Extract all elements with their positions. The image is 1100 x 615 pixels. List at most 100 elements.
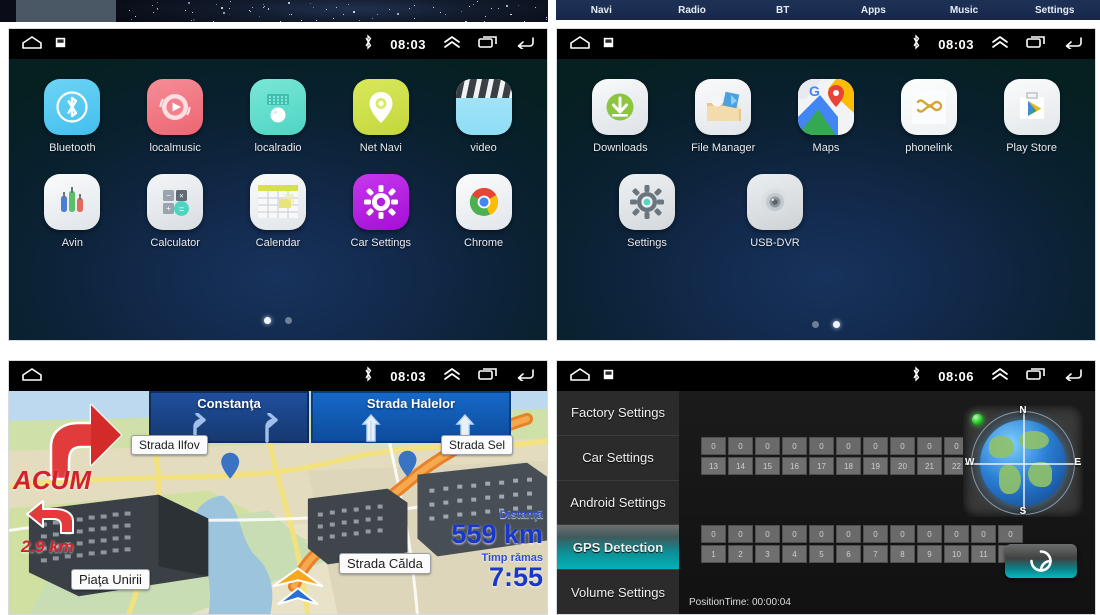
satellite-bar-column: 0 16 — [782, 437, 807, 477]
sidebar-item-car-settings[interactable]: Car Settings — [557, 436, 679, 481]
app-settings[interactable]: Settings — [601, 174, 693, 249]
nav-item-music[interactable]: Music — [919, 5, 1010, 16]
sidebar-item-gps-detection[interactable]: GPS Detection — [557, 525, 679, 571]
chevron-up-icon[interactable] — [443, 367, 461, 386]
trip-info-overlay: Distanţă 559 km Timp rămas 7:55 — [451, 509, 543, 591]
radio-app-icon — [249, 79, 306, 135]
sdcard-icon[interactable] — [603, 35, 614, 53]
star — [397, 12, 400, 15]
page-dot-1[interactable] — [264, 317, 271, 324]
page-dot-1[interactable] — [812, 321, 819, 328]
page-indicator-2[interactable] — [557, 321, 1095, 328]
star — [389, 8, 391, 10]
home-icon[interactable] — [21, 35, 43, 54]
compass-south-label: S — [1019, 506, 1027, 517]
next-maneuver-arrow-icon — [26, 500, 74, 534]
home-icon[interactable] — [21, 367, 43, 386]
nav-item-radio[interactable]: Radio — [647, 5, 738, 16]
sidebar-label: Volume Settings — [571, 584, 665, 600]
chevron-up-icon[interactable] — [991, 35, 1009, 54]
app-label: Calculator — [150, 237, 200, 249]
app-row-1: Bluetooth localmusic localradio Net Navi… — [9, 79, 547, 154]
home-icon[interactable] — [569, 367, 591, 386]
app-label: localmusic — [149, 142, 201, 154]
app-usb-dvr[interactable]: USB-DVR — [729, 174, 821, 249]
app-avin[interactable]: Avin — [26, 174, 118, 249]
app-calculator[interactable]: − × + = Calculator — [129, 174, 221, 249]
wallpaper-left-block — [16, 0, 116, 22]
recents-icon[interactable] — [478, 35, 498, 54]
bluetooth-app-icon — [44, 79, 101, 135]
sidebar-item-factory-settings[interactable]: Factory Settings — [557, 391, 679, 436]
satellite-bar-column: 0 14 — [728, 437, 753, 477]
star — [315, 19, 317, 21]
chevron-up-icon[interactable] — [991, 367, 1009, 386]
star — [288, 1, 290, 4]
back-icon[interactable] — [515, 367, 535, 386]
recents-icon[interactable] — [478, 367, 498, 386]
app-row-1: Downloads File Manager G Maps phonelink … — [557, 79, 1095, 154]
app-chrome[interactable]: Chrome — [438, 174, 530, 249]
star — [460, 11, 462, 13]
map-label-strada-sel: Strada Sel — [441, 435, 514, 455]
satellite-bar-column: 0 19 — [863, 437, 888, 477]
satellite-id: 14 — [728, 457, 753, 475]
app-bluetooth[interactable]: Bluetooth — [26, 79, 118, 154]
app-label: Calendar — [255, 237, 301, 249]
app-localmusic[interactable]: localmusic — [129, 79, 221, 154]
star — [134, 16, 136, 18]
back-icon[interactable] — [1063, 367, 1083, 386]
app-car-settings[interactable]: Car Settings — [335, 174, 427, 249]
back-icon[interactable] — [515, 35, 535, 54]
app-video[interactable]: video — [438, 79, 530, 154]
main-navigation-bar[interactable]: Navi Radio BT Apps Music Settings — [556, 0, 1100, 20]
nav-item-bt[interactable]: BT — [737, 5, 828, 16]
app-play-store[interactable]: Play Store — [986, 79, 1078, 154]
star — [228, 13, 230, 15]
gps-detection-panel: 08:06 Factory Settings Car Settings Andr… — [556, 360, 1096, 615]
sidebar-label: GPS Detection — [572, 539, 664, 555]
sidebar-label: Car Settings — [582, 450, 654, 466]
nav-item-settings[interactable]: Settings — [1009, 5, 1100, 16]
star — [190, 19, 192, 21]
page-indicator-1[interactable] — [9, 317, 547, 324]
gps-refresh-button[interactable] — [1005, 544, 1077, 578]
app-downloads[interactable]: Downloads — [574, 79, 666, 154]
maps-app-icon: G — [797, 79, 854, 135]
star — [332, 18, 334, 20]
chevron-up-icon[interactable] — [443, 35, 461, 54]
page-dot-2[interactable] — [833, 321, 840, 328]
nav-item-navi[interactable]: Navi — [556, 5, 647, 16]
sdcard-icon[interactable] — [603, 367, 614, 385]
star — [221, 7, 224, 10]
recents-icon[interactable] — [1026, 367, 1046, 386]
star — [524, 20, 526, 22]
satellite-bar-column: 06 — [836, 525, 861, 565]
app-localradio[interactable]: localradio — [232, 79, 324, 154]
app-phonelink[interactable]: phonelink — [883, 79, 975, 154]
compass-north-label: N — [1019, 405, 1027, 416]
app-label: Settings — [627, 237, 667, 249]
gps-status-led-icon — [972, 414, 983, 425]
app-file-manager[interactable]: File Manager — [677, 79, 769, 154]
map-label-strada-caldarari: Strada Călda — [339, 553, 431, 574]
page-dot-2[interactable] — [285, 317, 292, 324]
app-net-navi[interactable]: Net Navi — [335, 79, 427, 154]
back-icon[interactable] — [1063, 35, 1083, 54]
app-calendar[interactable]: Calendar — [232, 174, 324, 249]
star — [376, 14, 378, 16]
home-icon[interactable] — [569, 35, 591, 54]
nav-item-apps[interactable]: Apps — [828, 5, 919, 16]
app-label: Play Store — [1006, 142, 1057, 154]
sdcard-icon[interactable] — [55, 35, 66, 53]
settings-sidebar[interactable]: Factory Settings Car Settings Android Se… — [557, 391, 679, 614]
navigation-map-screen[interactable]: Constanţa Strada Halelor ACUM 2.9 km Str… — [9, 391, 547, 614]
sidebar-item-android-settings[interactable]: Android Settings — [557, 481, 679, 526]
recents-icon[interactable] — [1026, 35, 1046, 54]
star — [433, 7, 435, 9]
sidebar-item-volume-settings[interactable]: Volume Settings — [557, 570, 679, 614]
satellite-bar-column: 08 — [890, 525, 915, 565]
downloads-app-icon — [592, 79, 649, 135]
app-maps[interactable]: G Maps — [780, 79, 872, 154]
star — [212, 21, 214, 22]
